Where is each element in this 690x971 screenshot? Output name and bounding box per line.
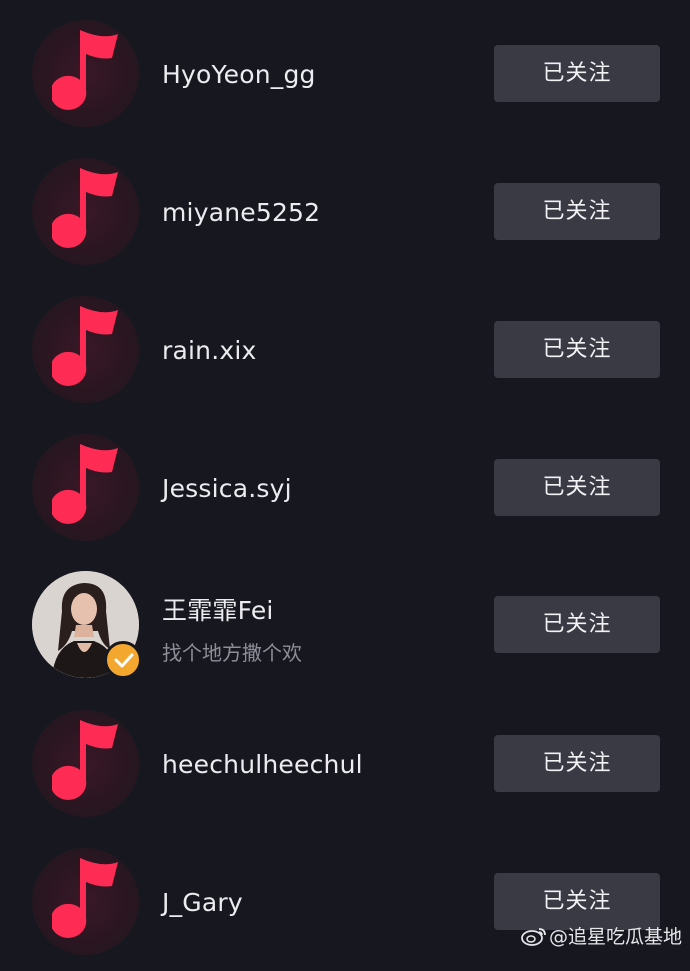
username[interactable]: rain.xix (162, 336, 256, 365)
music-note-icon (52, 858, 118, 938)
list-item[interactable]: Jessica.syj 已关注 (0, 419, 690, 557)
watermark-text: @追星吃瓜基地 (548, 926, 682, 948)
username[interactable]: heechulheechul (162, 750, 363, 779)
avatar[interactable] (32, 571, 142, 679)
music-note-icon (52, 720, 118, 800)
following-button[interactable]: 已关注 (494, 459, 660, 516)
music-note-icon (52, 168, 118, 248)
avatar[interactable] (32, 158, 139, 265)
list-item[interactable]: HyoYeon_gg 已关注 (0, 5, 690, 143)
avatar[interactable] (32, 20, 139, 127)
user-bio: 找个地方撒个欢 (162, 641, 302, 665)
following-button[interactable]: 已关注 (494, 183, 660, 240)
list-item[interactable]: rain.xix 已关注 (0, 281, 690, 419)
username[interactable]: 王霏霏Fei (162, 591, 274, 627)
list-item[interactable]: heechulheechul 已关注 (0, 695, 690, 833)
username[interactable]: Jessica.syj (162, 474, 292, 503)
following-button[interactable]: 已关注 (494, 596, 660, 653)
avatar[interactable] (32, 434, 139, 541)
avatar[interactable] (32, 710, 139, 817)
music-note-icon (52, 306, 118, 386)
avatar[interactable] (32, 848, 139, 955)
verified-check-icon (104, 641, 142, 679)
username[interactable]: HyoYeon_gg (162, 60, 316, 89)
list-item[interactable]: J_Gary 已关注 (0, 833, 690, 971)
avatar[interactable] (32, 296, 139, 403)
following-button[interactable]: 已关注 (494, 45, 660, 102)
music-note-icon (52, 444, 118, 524)
music-note-icon (52, 30, 118, 110)
following-list: HyoYeon_gg 已关注 miyane5252 已关注 rain.xix 已… (0, 0, 690, 955)
watermark: @追星吃瓜基地 (521, 922, 682, 949)
weibo-logo-icon (521, 927, 546, 946)
username[interactable]: miyane5252 (162, 198, 320, 227)
following-button[interactable]: 已关注 (494, 735, 660, 792)
list-item[interactable]: 王霏霏Fei 找个地方撒个欢 已关注 (0, 557, 690, 695)
username[interactable]: J_Gary (162, 888, 243, 917)
following-button[interactable]: 已关注 (494, 321, 660, 378)
list-item[interactable]: miyane5252 已关注 (0, 143, 690, 281)
